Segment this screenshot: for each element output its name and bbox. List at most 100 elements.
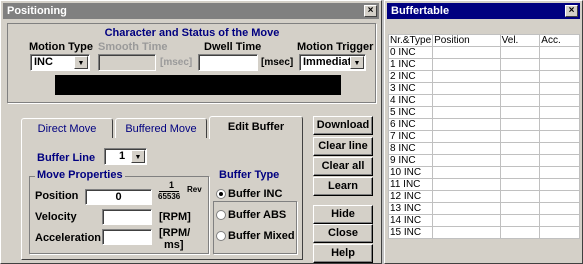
chevron-down-icon[interactable]: ▼ <box>131 150 145 163</box>
position-cell[interactable] <box>432 130 501 143</box>
buffer-inc-radio[interactable] <box>216 189 226 199</box>
velocity-cell[interactable] <box>499 226 541 239</box>
table-row[interactable]: 8 INC <box>387 142 580 155</box>
acceleration-cell[interactable] <box>539 166 580 179</box>
position-cell[interactable] <box>432 58 501 71</box>
table-row[interactable]: 13 INC <box>387 202 580 215</box>
table-row[interactable]: 4 INC <box>387 94 580 107</box>
acceleration-cell[interactable] <box>539 82 580 95</box>
acceleration-cell[interactable] <box>539 46 580 59</box>
chevron-down-icon[interactable]: ▼ <box>74 56 88 69</box>
position-cell[interactable] <box>432 46 501 59</box>
table-row[interactable]: 15 INC <box>387 226 580 239</box>
motion-type-select[interactable]: INC ▼ <box>30 54 90 71</box>
position-cell[interactable] <box>432 190 501 203</box>
chevron-down-icon[interactable]: ▼ <box>350 56 364 69</box>
velocity-cell[interactable] <box>499 58 541 71</box>
download-button[interactable]: Download <box>313 116 373 135</box>
velocity-cell[interactable] <box>499 130 541 143</box>
table-row[interactable]: 1 INC <box>387 58 580 71</box>
velocity-cell[interactable] <box>499 202 541 215</box>
table-row[interactable]: 6 INC <box>387 118 580 131</box>
positioning-titlebar[interactable]: Positioning × <box>3 3 379 19</box>
velocity-cell[interactable] <box>499 166 541 179</box>
table-row[interactable]: 0 INC <box>387 46 580 59</box>
buffer-line-select[interactable]: 1 ▼ <box>104 148 147 165</box>
clear-all-button[interactable]: Clear all <box>313 157 373 176</box>
velocity-cell[interactable] <box>499 178 541 191</box>
velocity-input[interactable] <box>102 209 152 225</box>
close-icon[interactable]: × <box>565 5 578 17</box>
acceleration-cell[interactable] <box>539 190 580 203</box>
motion-trigger-select[interactable]: Immediate ▼ <box>299 54 366 71</box>
table-row[interactable]: 2 INC <box>387 70 580 83</box>
position-cell[interactable] <box>432 118 501 131</box>
buffer-abs-radio[interactable] <box>216 210 226 220</box>
buffer-mixed-label[interactable]: Buffer Mixed <box>228 230 295 242</box>
velocity-cell[interactable] <box>499 70 541 83</box>
tab-edit-buffer[interactable]: Edit Buffer <box>209 116 303 139</box>
velocity-cell[interactable] <box>499 154 541 167</box>
dwell-time-input[interactable] <box>198 54 258 71</box>
position-cell[interactable] <box>432 226 501 239</box>
velocity-cell[interactable] <box>499 190 541 203</box>
position-cell[interactable] <box>432 202 501 215</box>
position-cell[interactable] <box>432 94 501 107</box>
row-nr-type: 8 INC <box>387 142 434 155</box>
table-row[interactable]: 12 INC <box>387 190 580 203</box>
velocity-cell[interactable] <box>499 142 541 155</box>
velocity-cell[interactable] <box>499 118 541 131</box>
learn-button[interactable]: Learn <box>313 177 373 196</box>
acceleration-cell[interactable] <box>539 130 580 143</box>
acceleration-cell[interactable] <box>539 106 580 119</box>
velocity-unit: [RPM] <box>159 211 191 223</box>
table-row[interactable]: 10 INC <box>387 166 580 179</box>
row-nr-type: 7 INC <box>387 130 434 143</box>
position-cell[interactable] <box>432 166 501 179</box>
velocity-cell[interactable] <box>499 82 541 95</box>
table-row[interactable]: 3 INC <box>387 82 580 95</box>
row-nr-type: 15 INC <box>387 226 434 239</box>
position-cell[interactable] <box>432 214 501 227</box>
acceleration-cell[interactable] <box>539 178 580 191</box>
clear-line-button[interactable]: Clear line <box>313 137 373 156</box>
velocity-cell[interactable] <box>499 46 541 59</box>
velocity-cell[interactable] <box>499 94 541 107</box>
close-button[interactable]: Close <box>313 224 373 243</box>
buffer-line-label: Buffer Line <box>37 152 96 164</box>
velocity-cell[interactable] <box>499 106 541 119</box>
buffer-abs-label[interactable]: Buffer ABS <box>228 209 286 221</box>
buffer-mixed-radio[interactable] <box>216 231 226 241</box>
help-button[interactable]: Help <box>313 244 373 263</box>
acceleration-cell[interactable] <box>539 142 580 155</box>
position-input[interactable]: 0 <box>85 189 152 205</box>
position-cell[interactable] <box>432 82 501 95</box>
tab-buffered-move[interactable]: Buffered Move <box>115 118 207 138</box>
position-cell[interactable] <box>432 178 501 191</box>
close-icon[interactable]: × <box>364 5 377 17</box>
position-cell[interactable] <box>432 70 501 83</box>
position-cell[interactable] <box>432 154 501 167</box>
hide-buffer-button[interactable]: Hide Buffer <box>313 205 373 237</box>
acceleration-input[interactable] <box>102 229 152 245</box>
position-cell[interactable] <box>432 106 501 119</box>
velocity-cell[interactable] <box>499 214 541 227</box>
table-row[interactable]: 9 INC <box>387 154 580 167</box>
acceleration-cell[interactable] <box>539 214 580 227</box>
buffertable-titlebar[interactable]: Buffertable × <box>387 3 580 19</box>
acceleration-cell[interactable] <box>539 118 580 131</box>
acceleration-cell[interactable] <box>539 154 580 167</box>
acceleration-cell[interactable] <box>539 202 580 215</box>
buffer-inc-label[interactable]: Buffer INC <box>228 188 282 200</box>
acceleration-cell[interactable] <box>539 226 580 239</box>
position-cell[interactable] <box>432 142 501 155</box>
acceleration-cell[interactable] <box>539 58 580 71</box>
tab-direct-move[interactable]: Direct Move <box>21 118 113 138</box>
table-row[interactable]: 11 INC <box>387 178 580 191</box>
acceleration-cell[interactable] <box>539 94 580 107</box>
table-row[interactable]: 14 INC <box>387 214 580 227</box>
table-row[interactable]: 7 INC <box>387 130 580 143</box>
position-unit-numerator: 1 <box>169 180 175 190</box>
acceleration-cell[interactable] <box>539 70 580 83</box>
table-row[interactable]: 5 INC <box>387 106 580 119</box>
